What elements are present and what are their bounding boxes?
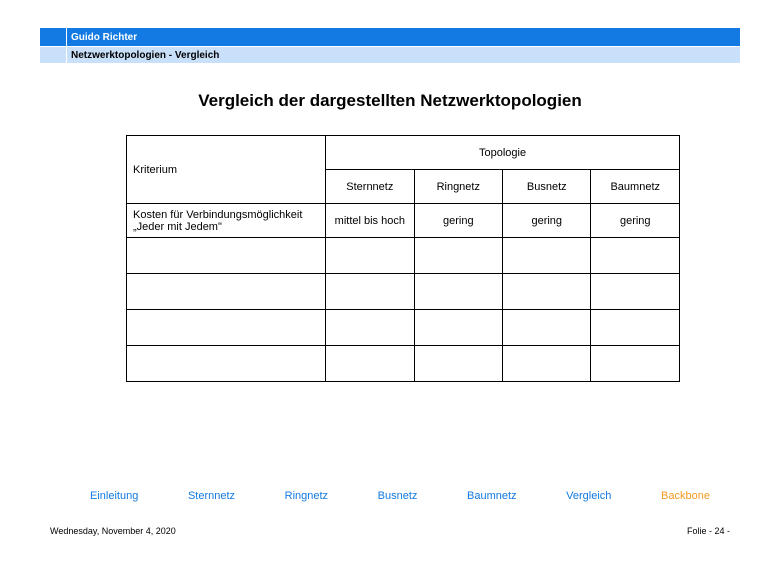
table-header-row-1: Kriterium Topologie [127, 136, 680, 170]
col-baum: Baumnetz [591, 170, 680, 204]
nav-item-ringnetz[interactable]: Ringnetz [285, 490, 328, 502]
table-row-empty [127, 274, 680, 310]
table-row-empty [127, 238, 680, 274]
footer: Wednesday, November 4, 2020 Folie - 24 - [40, 526, 740, 536]
header-row-subtitle: Netzwerktopologien - Vergleich [40, 47, 740, 63]
header-square-light [40, 47, 66, 63]
page-title: Vergleich der dargestellten Netzwerktopo… [40, 91, 740, 111]
col-stern: Sternnetz [326, 170, 414, 204]
table-row-empty [127, 310, 680, 346]
comparison-table-wrap: Kriterium Topologie Sternnetz Ringnetz B… [126, 135, 680, 382]
col-ring: Ringnetz [414, 170, 502, 204]
nav-item-sternnetz[interactable]: Sternnetz [188, 490, 235, 502]
nav-item-busnetz[interactable]: Busnetz [378, 490, 418, 502]
header-square-dark [40, 28, 66, 46]
table-row-empty [127, 346, 680, 382]
nav-item-vergleich[interactable]: Vergleich [566, 490, 611, 502]
col-kriterium: Kriterium [127, 136, 326, 204]
col-bus: Busnetz [503, 170, 591, 204]
cell-baum: gering [591, 204, 680, 238]
footer-date: Wednesday, November 4, 2020 [50, 526, 176, 536]
cell-kriterium: Kosten für Verbindungsmöglichkeit „Jeder… [127, 204, 326, 238]
cell-ring: gering [414, 204, 502, 238]
nav-item-backbone[interactable]: Backbone [661, 490, 710, 502]
subtitle-label: Netzwerktopologien - Vergleich [71, 50, 219, 61]
nav-item-baumnetz[interactable]: Baumnetz [467, 490, 517, 502]
col-topologie: Topologie [326, 136, 680, 170]
header-bar-subtitle: Netzwerktopologien - Vergleich [67, 47, 740, 63]
nav-item-einleitung[interactable]: Einleitung [90, 490, 138, 502]
header-block: Guido Richter Netzwerktopologien - Vergl… [40, 28, 740, 63]
author-label: Guido Richter [71, 32, 137, 43]
bottom-nav: Einleitung Sternnetz Ringnetz Busnetz Ba… [40, 490, 740, 502]
table-row: Kosten für Verbindungsmöglichkeit „Jeder… [127, 204, 680, 238]
comparison-table: Kriterium Topologie Sternnetz Ringnetz B… [126, 135, 680, 382]
header-bar-author: Guido Richter [67, 28, 740, 46]
footer-page: Folie - 24 - [687, 526, 730, 536]
header-row-author: Guido Richter [40, 28, 740, 46]
slide: Guido Richter Netzwerktopologien - Vergl… [40, 28, 740, 542]
cell-stern: mittel bis hoch [326, 204, 414, 238]
cell-bus: gering [503, 204, 591, 238]
